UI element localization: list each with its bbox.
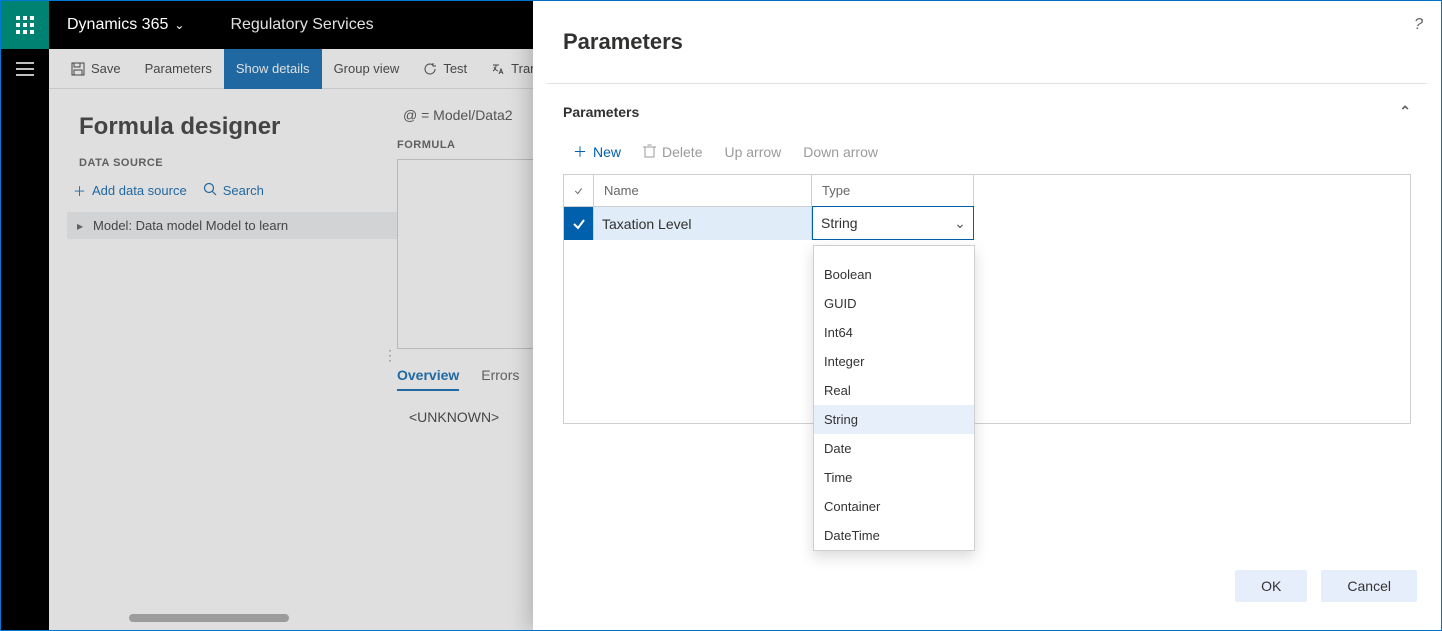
section-header[interactable]: Parameters ⌃: [563, 99, 1411, 136]
modal-scrim: [49, 49, 533, 630]
trash-icon: [643, 144, 656, 161]
section-toolbar: ＋ New Delete Up arrow Down arrow: [563, 136, 1411, 174]
flyout-title: Parameters: [563, 29, 683, 55]
grid-header-type[interactable]: Type: [812, 175, 974, 206]
chevron-down-icon: ⌄: [947, 215, 973, 232]
ok-button[interactable]: OK: [1235, 570, 1307, 602]
chevron-up-icon: ⌃: [1399, 103, 1411, 120]
type-option-integer[interactable]: Integer: [814, 347, 974, 376]
type-option-boolean[interactable]: Boolean: [814, 260, 974, 289]
flyout-footer: OK Cancel: [1235, 570, 1417, 602]
help-icon[interactable]: ?: [1414, 16, 1423, 34]
row-type-cell[interactable]: String ⌄: [812, 206, 974, 240]
hamburger-button[interactable]: [1, 49, 49, 89]
left-nav-rail: [1, 49, 49, 630]
delete-label: Delete: [662, 144, 702, 160]
module-title: Regulatory Services: [202, 16, 401, 34]
type-option-string[interactable]: String: [814, 405, 974, 434]
type-option-container[interactable]: Container: [814, 492, 974, 521]
row-type-value: String: [813, 215, 947, 231]
app-launcher-button[interactable]: [1, 1, 49, 49]
grid-row[interactable]: Taxation Level String ⌄: [564, 206, 1410, 240]
delete-button[interactable]: Delete: [643, 142, 702, 162]
hamburger-icon: [16, 62, 34, 76]
grid-header-name[interactable]: Name: [594, 175, 812, 206]
waffle-icon: [16, 16, 34, 34]
type-option-real[interactable]: Real: [814, 376, 974, 405]
cancel-button[interactable]: Cancel: [1321, 570, 1417, 602]
chevron-down-icon: ⌄: [174, 18, 184, 32]
down-arrow-button[interactable]: Down arrow: [803, 142, 878, 162]
row-name-value: Taxation Level: [602, 216, 692, 232]
up-arrow-button[interactable]: Up arrow: [724, 142, 781, 162]
type-option-guid[interactable]: GUID: [814, 289, 974, 318]
type-option-int64[interactable]: Int64: [814, 318, 974, 347]
brand-switcher[interactable]: Dynamics 365 ⌄: [49, 16, 202, 34]
grid-header-row: Name Type: [564, 175, 1410, 206]
check-icon: [572, 217, 586, 231]
parameters-section: Parameters ⌃ ＋ New Delete Up arrow Down …: [563, 99, 1411, 424]
dropdown-spacer: [814, 246, 974, 260]
up-arrow-label: Up arrow: [724, 144, 781, 160]
brand-label: Dynamics 365: [67, 16, 168, 34]
new-button[interactable]: ＋ New: [573, 142, 621, 162]
section-title: Parameters: [563, 104, 639, 120]
type-option-datetime[interactable]: DateTime: [814, 521, 974, 550]
type-option-date[interactable]: Date: [814, 434, 974, 463]
row-name-cell[interactable]: Taxation Level: [594, 206, 812, 240]
divider: [547, 83, 1427, 84]
type-dropdown[interactable]: Boolean GUID Int64 Integer Real String D…: [813, 245, 975, 551]
parameters-flyout: ? Parameters Parameters ⌃ ＋ New Delete U…: [533, 1, 1441, 630]
type-option-time[interactable]: Time: [814, 463, 974, 492]
parameters-grid: Name Type Taxation Level String ⌄: [563, 174, 1411, 424]
row-selected-indicator[interactable]: [564, 206, 594, 240]
down-arrow-label: Down arrow: [803, 144, 878, 160]
plus-icon: ＋: [573, 142, 587, 162]
new-label: New: [593, 144, 621, 160]
grid-header-select[interactable]: [564, 175, 594, 206]
check-icon: [574, 184, 583, 198]
